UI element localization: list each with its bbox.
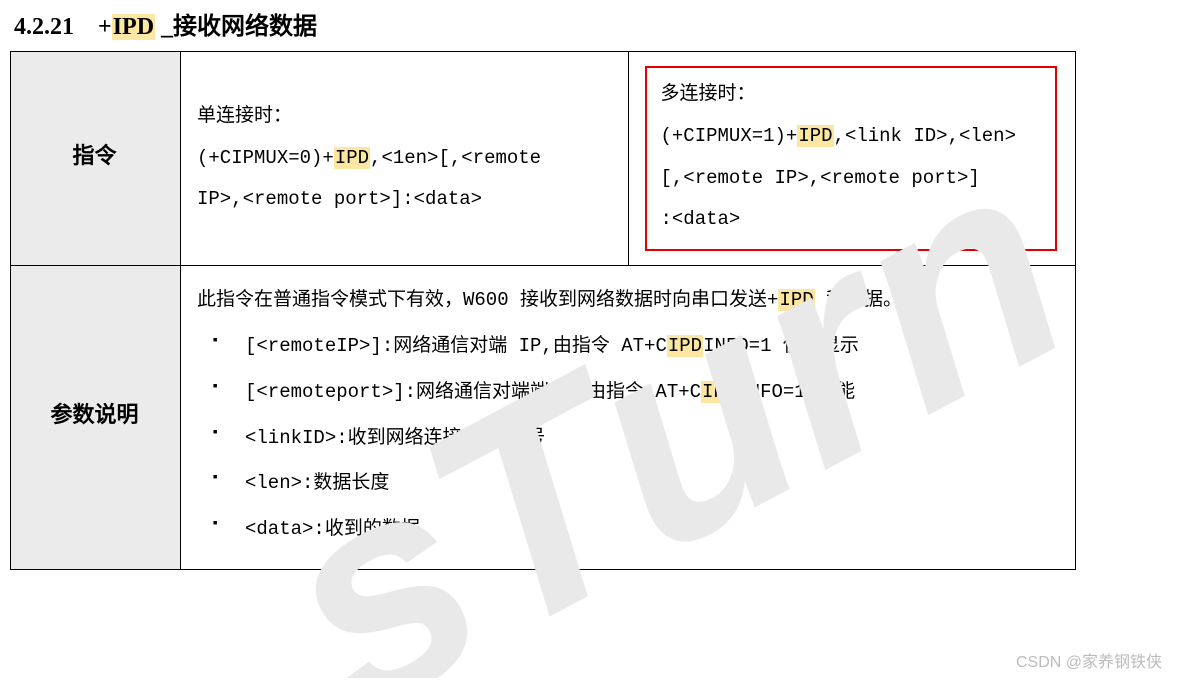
row-command: 指令 单连接时： (+CIPMUX=0)+IPD,<1en>[,<remote …	[11, 52, 1076, 266]
multi-conn-cell: 多连接时： (+CIPMUX=1)+IPD,<link ID>,<len> [,…	[628, 52, 1076, 266]
multi-line1: 多连接时：	[661, 74, 1042, 116]
list-item: <data>:收到的数据	[211, 509, 1057, 551]
row-params-label: 参数说明	[11, 266, 181, 570]
params-list: [<remoteIP>]:网络通信对端 IP,由指令 AT+CIPDINFO=1…	[197, 326, 1057, 551]
document-page: 4.2.21 +IPD _接收网络数据 指令 单连接时： (+CIPMUX=0)…	[0, 6, 1184, 570]
title-plus: +	[98, 14, 112, 40]
list-item: [<remoteport>]:网络通信对端端口，由指令 AT+CIPDINFO=…	[211, 372, 1057, 414]
list-item: [<remoteIP>]:网络通信对端 IP,由指令 AT+CIPDINFO=1…	[211, 326, 1057, 368]
multi-line4: :<data>	[661, 199, 1042, 241]
section-title: 4.2.21 +IPD _接收网络数据	[14, 6, 1176, 41]
command-table: 指令 单连接时： (+CIPMUX=0)+IPD,<1en>[,<remote …	[10, 51, 1076, 570]
params-cell: 此指令在普通指令模式下有效，W600 接收到网络数据时向串口发送+IPD 和数据…	[181, 266, 1076, 570]
list-item: <linkID>:收到网络连接的 ID 号	[211, 418, 1057, 460]
footer-credit: CSDN @家养钢铁侠	[1016, 648, 1162, 672]
single-line1: 单连接时：	[197, 96, 610, 138]
single-line2: (+CIPMUX=0)+IPD,<1en>[,<remote	[197, 138, 610, 180]
list-item: <len>:数据长度	[211, 463, 1057, 505]
single-conn-cell: 单连接时： (+CIPMUX=0)+IPD,<1en>[,<remote IP>…	[181, 52, 629, 266]
title-suffix: _接收网络数据	[155, 14, 317, 40]
params-intro: 此指令在普通指令模式下有效，W600 接收到网络数据时向串口发送+IPD 和数据…	[197, 280, 1057, 322]
row-params: 参数说明 此指令在普通指令模式下有效，W600 接收到网络数据时向串口发送+IP…	[11, 266, 1076, 570]
title-cmd: IPD	[112, 14, 155, 40]
single-line3: IP>,<remote port>]:<data>	[197, 179, 610, 221]
multi-line3: [,<remote IP>,<remote port>]	[661, 158, 1042, 200]
row-command-label: 指令	[11, 52, 181, 266]
multi-conn-redbox: 多连接时： (+CIPMUX=1)+IPD,<link ID>,<len> [,…	[645, 66, 1058, 251]
section-number: 4.2.21	[14, 14, 74, 40]
multi-line2: (+CIPMUX=1)+IPD,<link ID>,<len>	[661, 116, 1042, 158]
